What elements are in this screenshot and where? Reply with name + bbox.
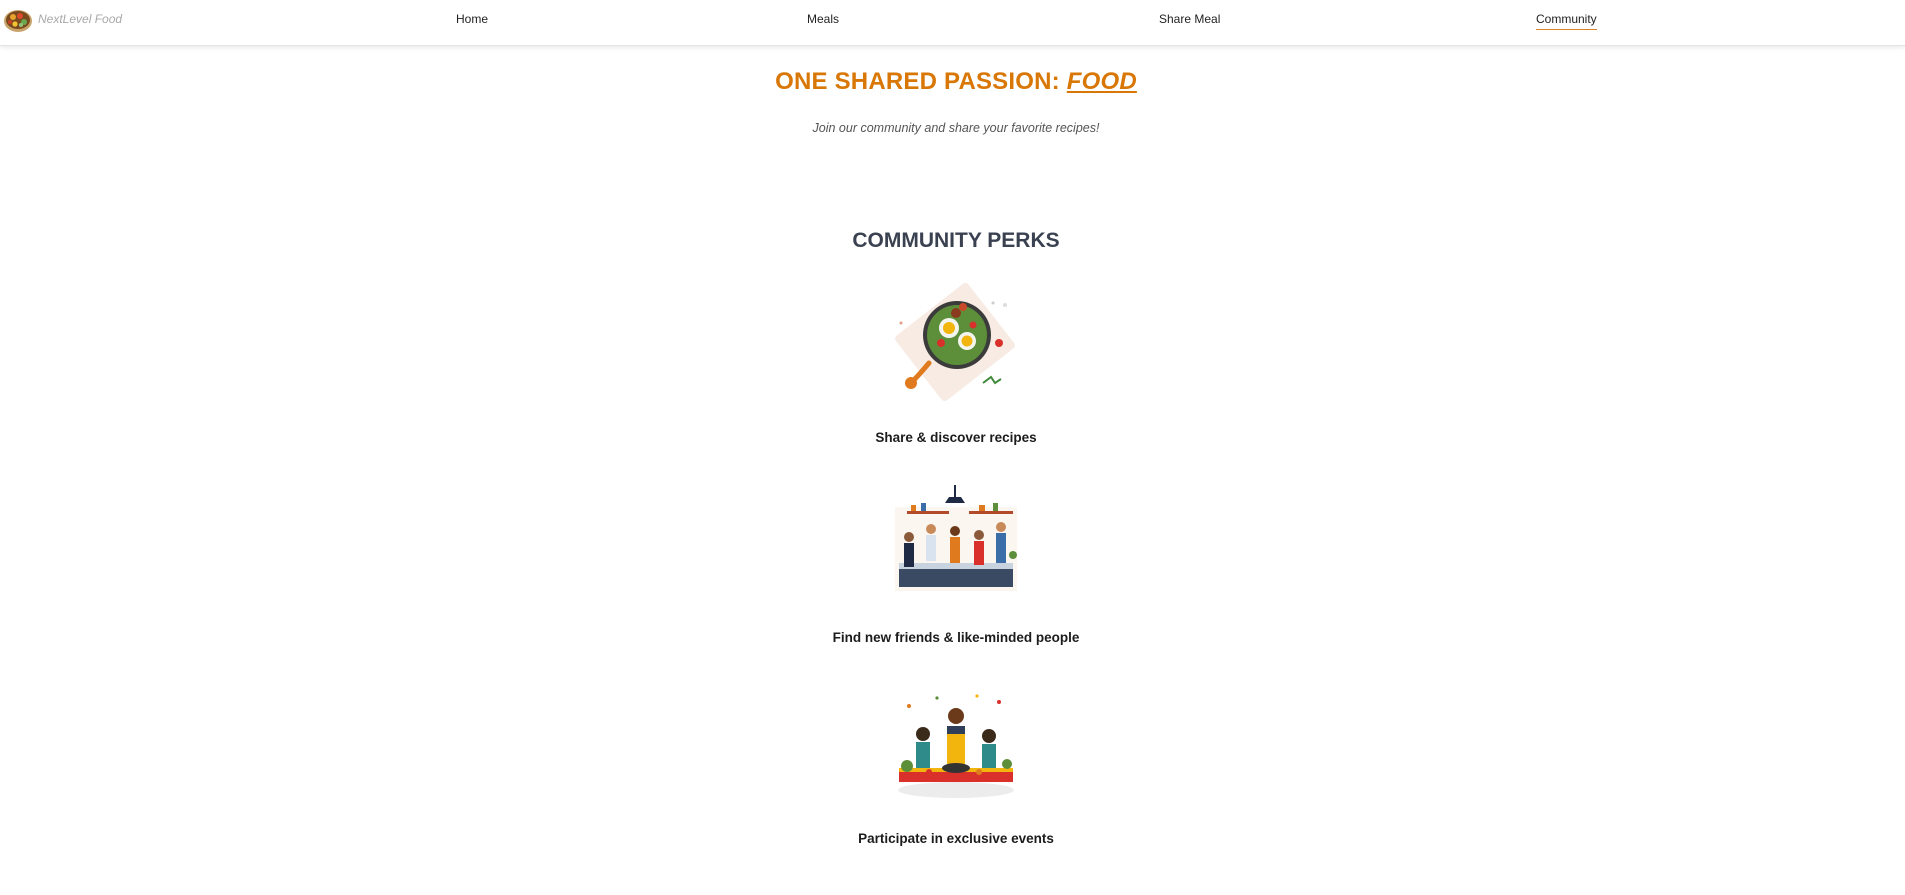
nav-link-share-meal[interactable]: Share Meal [1159, 12, 1220, 29]
hero-title: ONE SHARED PASSION: FOOD [0, 68, 1905, 96]
cooking-event-illustration [898, 694, 1014, 798]
perks-title: COMMUNITY PERKS [852, 229, 1060, 252]
nav-link-community[interactable]: Community [1536, 12, 1597, 30]
perk-label-friends: Find new friends & like-minded people [832, 630, 1080, 645]
kitchen-friends-illustration [895, 485, 1017, 591]
perk-label-recipes: Share & discover recipes [875, 430, 1037, 445]
brand-logo-icon [4, 10, 32, 32]
brand-link[interactable]: NextLevel Food [2, 3, 122, 35]
top-navigation-bar: NextLevel Food Home Meals Share Meal Com… [0, 0, 1905, 46]
brand-name: NextLevel Food [38, 12, 123, 26]
perk-label-events: Participate in exclusive events [858, 831, 1054, 846]
recipe-plate-illustration [895, 283, 1015, 402]
hero-title-accent: FOOD [1066, 68, 1137, 95]
nav-link-home[interactable]: Home [456, 12, 488, 29]
hero-subtitle: Join our community and share your favori… [812, 121, 1100, 135]
nav-link-meals[interactable]: Meals [807, 12, 839, 29]
hero-title-prefix: ONE SHARED PASSION: [775, 68, 1060, 95]
